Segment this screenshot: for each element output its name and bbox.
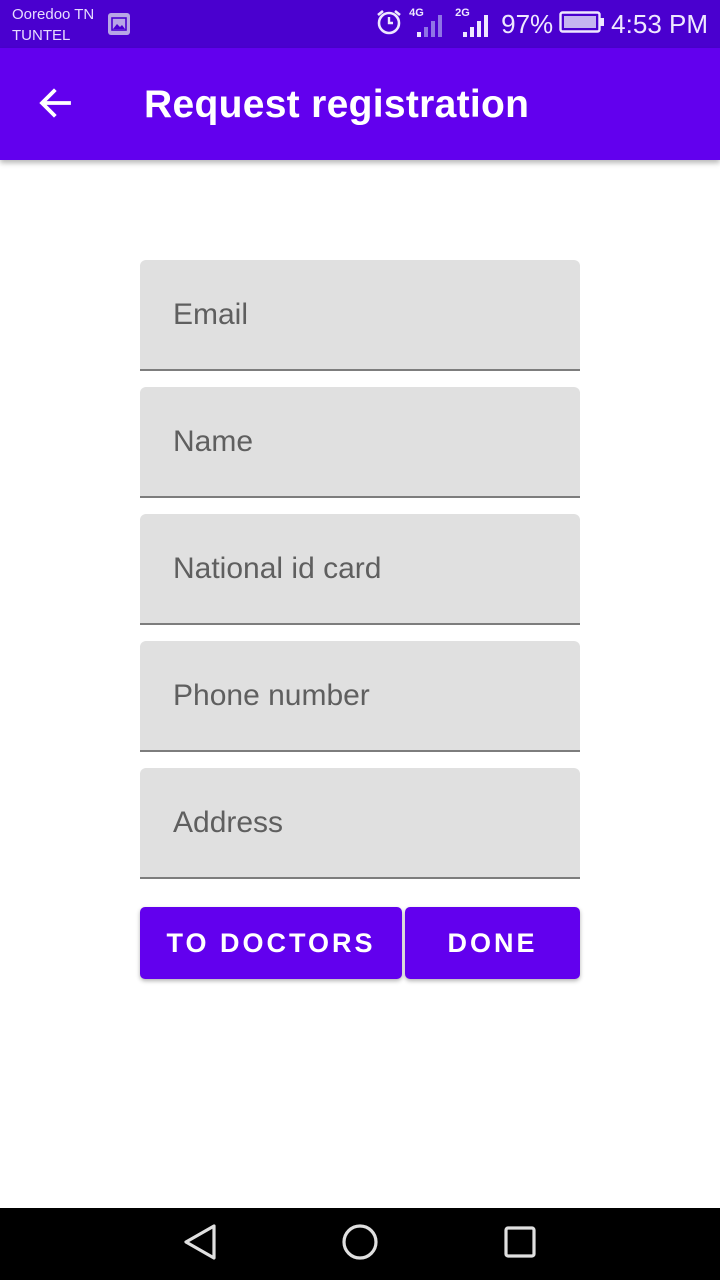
nav-home-button[interactable] (338, 1222, 382, 1266)
address-field[interactable] (140, 768, 580, 877)
signal-4g-icon: 4G (409, 7, 449, 39)
carrier-name: Ooredoo TN (12, 6, 95, 23)
battery-percent: 97% (501, 8, 554, 39)
email-field[interactable] (140, 260, 580, 369)
arrow-left-icon (37, 85, 73, 125)
done-button[interactable]: DONE (405, 907, 580, 979)
national-id-field-container (140, 514, 580, 625)
to-doctors-button[interactable]: TO DOCTORS (140, 907, 402, 979)
carrier-sub: TUNTEL (12, 27, 71, 44)
address-field-container (140, 768, 580, 879)
clock: 4:53 PM (611, 8, 708, 39)
back-triangle-icon (180, 1222, 220, 1266)
screen: Ooredoo TN TUNTEL 4G 2G 97% 4:53 PM Requ… (0, 0, 720, 1280)
recents-square-icon (500, 1222, 540, 1266)
gallery-notification-icon (108, 13, 130, 35)
name-field-container (140, 387, 580, 498)
status-icons: 4G 2G 97% 4:53 PM (375, 0, 708, 48)
back-button[interactable] (26, 76, 84, 134)
system-nav-bar (0, 1208, 720, 1280)
national-id-field[interactable] (140, 514, 580, 623)
app-bar: Request registration (0, 48, 720, 160)
nav-recents-button[interactable] (498, 1222, 542, 1266)
alarm-icon (375, 8, 403, 40)
phone-field[interactable] (140, 641, 580, 750)
home-circle-icon (340, 1222, 380, 1266)
signal-2g-icon: 2G (455, 7, 495, 39)
phone-field-container (140, 641, 580, 752)
status-bar: Ooredoo TN TUNTEL 4G 2G 97% 4:53 PM (0, 0, 720, 48)
battery-icon (559, 10, 605, 38)
carrier-info: Ooredoo TN TUNTEL (12, 4, 94, 46)
page-title: Request registration (144, 83, 530, 126)
email-field-container (140, 260, 580, 371)
name-field[interactable] (140, 387, 580, 496)
nav-back-button[interactable] (178, 1222, 222, 1266)
